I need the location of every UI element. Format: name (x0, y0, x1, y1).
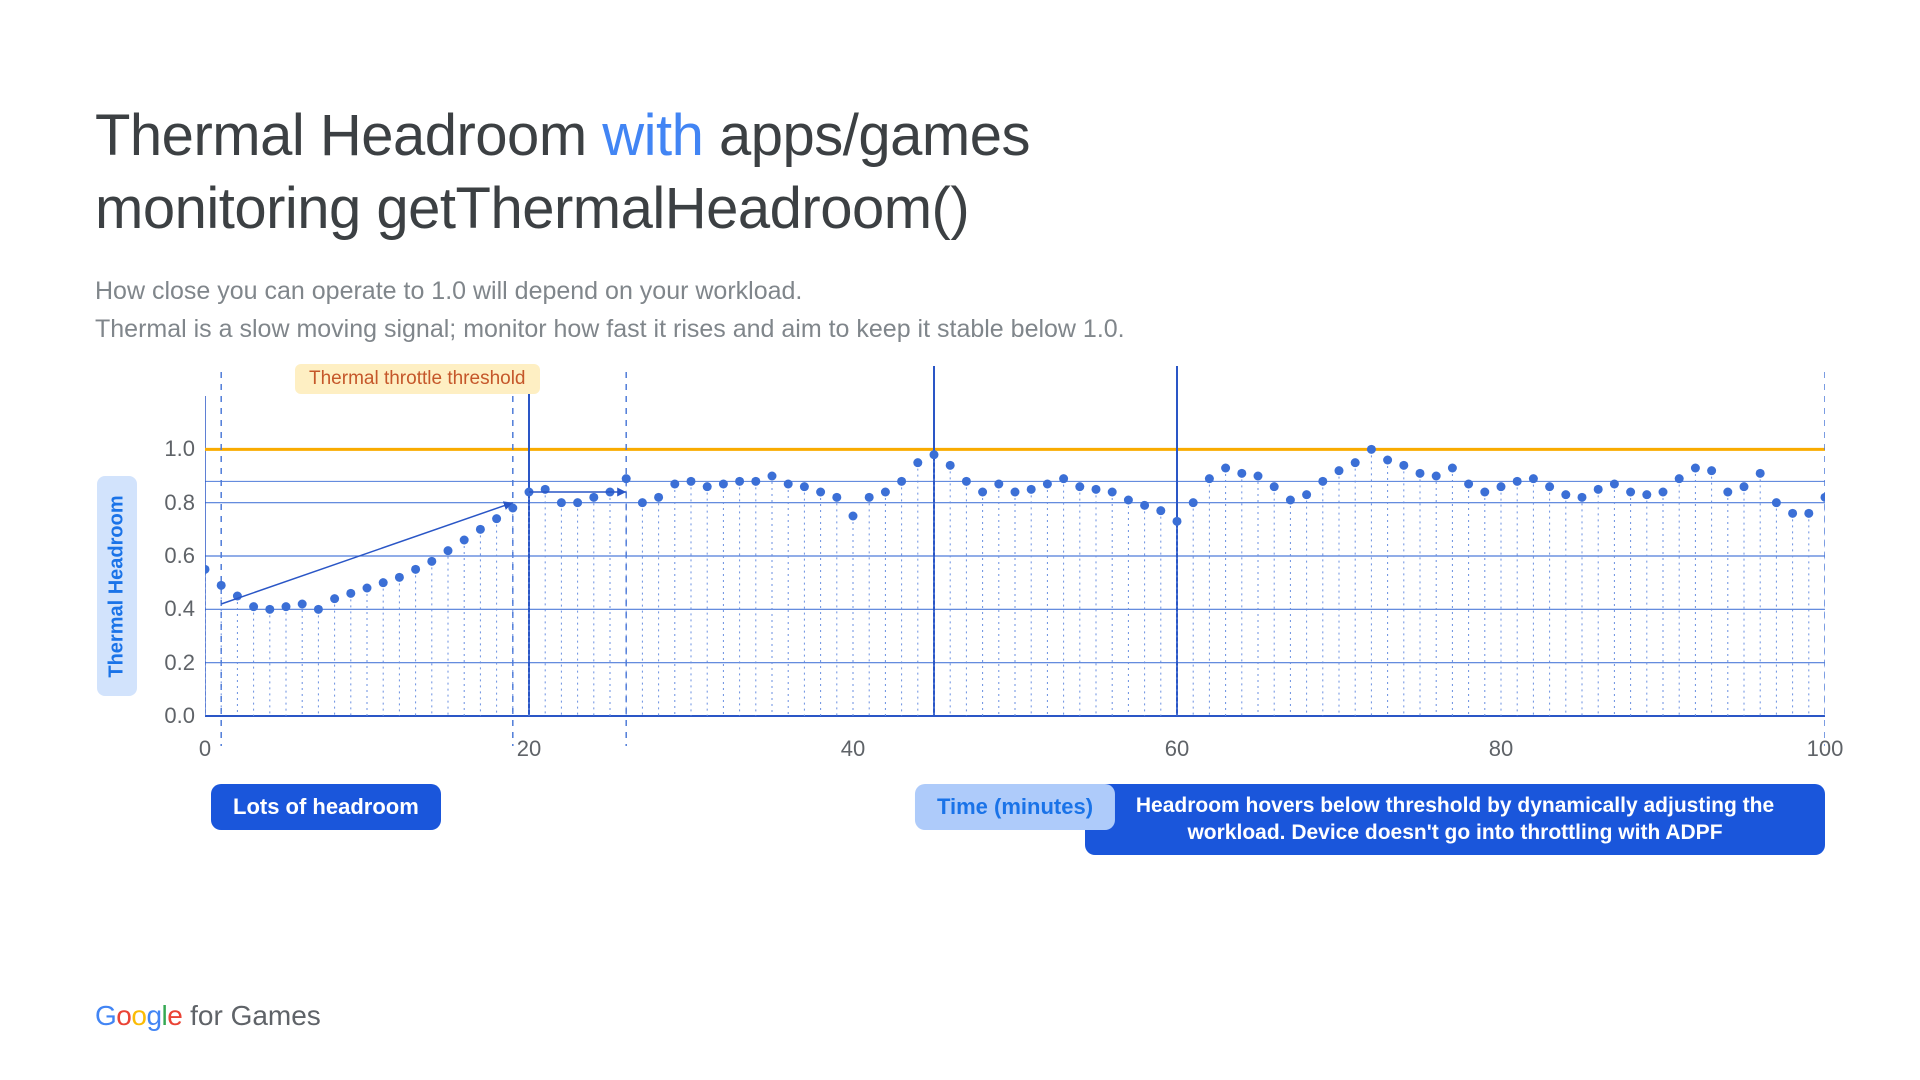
x-tick: 100 (1807, 736, 1844, 762)
footer-suffix: for Games (182, 1000, 320, 1031)
footer-brand: Google for Games (95, 1000, 321, 1032)
page-title: Thermal Headroom with apps/games monitor… (95, 100, 1825, 245)
threshold-label: Thermal throttle threshold (295, 364, 540, 394)
chart: Thermal Headroom Thermal throttle thresh… (155, 366, 1835, 886)
y-axis-label-box: Thermal Headroom (97, 476, 137, 696)
x-tick: 0 (199, 736, 211, 762)
annotation-lots-of-headroom: Lots of headroom (211, 784, 441, 830)
x-tick: 40 (841, 736, 865, 762)
title-accent: with (602, 103, 703, 168)
y-tick: 1.0 (155, 436, 195, 462)
x-tick: 80 (1489, 736, 1513, 762)
x-tick: 20 (517, 736, 541, 762)
annotation-row: Lots of headroom Time (minutes) Headroom… (205, 784, 1825, 855)
annotation-adpf: Headroom hovers below threshold by dynam… (1085, 784, 1825, 855)
google-logo: Google (95, 1000, 182, 1031)
y-axis-label: Thermal Headroom (106, 495, 129, 677)
subtitle: How close you can operate to 1.0 will de… (95, 273, 1825, 348)
y-tick: 0.4 (155, 596, 195, 622)
x-tick: 60 (1165, 736, 1189, 762)
x-axis-label: Time (minutes) (915, 784, 1115, 830)
chart-svg (205, 366, 1825, 826)
y-tick: 0.8 (155, 490, 195, 516)
y-tick: 0.0 (155, 703, 195, 729)
y-tick: 0.2 (155, 650, 195, 676)
plot-area: Thermal throttle threshold 0.00.20.40.60… (205, 366, 1825, 826)
slide: Thermal Headroom with apps/games monitor… (0, 0, 1920, 1080)
title-pre: Thermal Headroom (95, 103, 602, 168)
y-tick: 0.6 (155, 543, 195, 569)
